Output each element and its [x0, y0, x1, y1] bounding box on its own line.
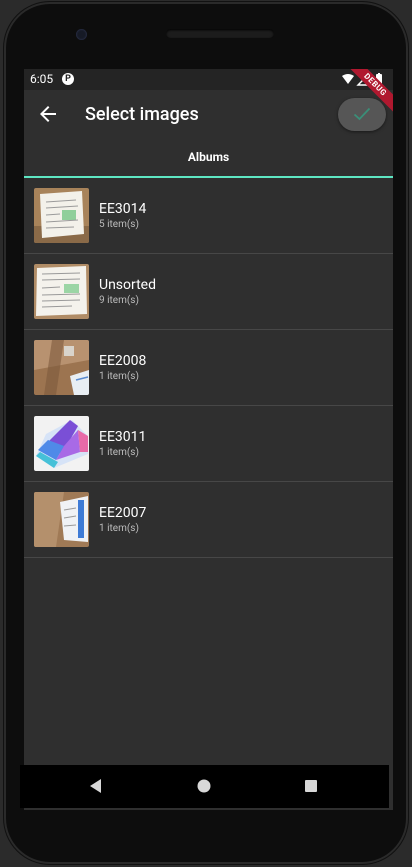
- album-name: EE3014: [99, 201, 147, 217]
- album-count: 1 item(s): [99, 447, 139, 458]
- app-screen: 6:05 P DEBUG Select images Albums EE3014…: [24, 69, 393, 810]
- phone-frame: 6:05 P DEBUG Select images Albums EE3014…: [4, 2, 408, 864]
- circle-home-icon: [197, 779, 211, 793]
- album-row-ee2008[interactable]: EE2008 1 item(s): [24, 330, 393, 406]
- page-title: Select images: [85, 104, 199, 125]
- front-camera: [76, 29, 87, 40]
- album-row-ee2007[interactable]: EE2007 1 item(s): [24, 482, 393, 558]
- status-time: 6:05: [30, 72, 54, 86]
- status-bar: 6:05 P DEBUG: [24, 69, 393, 118]
- tab-albums[interactable]: Albums: [24, 140, 393, 178]
- album-count: 5 item(s): [99, 219, 139, 230]
- album-row-unsorted[interactable]: Unsorted 9 item(s): [24, 254, 393, 330]
- nav-home-button[interactable]: [196, 778, 212, 794]
- triangle-back-icon: [90, 779, 101, 793]
- nav-back-button[interactable]: [88, 778, 104, 794]
- album-list: EE3014 5 item(s) Unsorted 9 item(s) EE20…: [24, 178, 393, 558]
- album-row-ee3011[interactable]: EE3011 1 item(s): [24, 406, 393, 482]
- arrow-back-icon: [40, 106, 56, 122]
- album-count: 9 item(s): [99, 295, 139, 306]
- album-count: 1 item(s): [99, 523, 139, 534]
- album-thumbnail: [34, 188, 89, 243]
- album-thumbnail: [34, 340, 89, 395]
- system-nav-bar: [20, 765, 389, 808]
- nav-recents-button[interactable]: [303, 778, 319, 794]
- album-thumbnail: [34, 264, 89, 319]
- earpiece-speaker: [166, 29, 274, 38]
- check-icon: [353, 107, 371, 121]
- album-name: EE2007: [99, 505, 147, 521]
- album-name: EE2008: [99, 353, 147, 369]
- notification-app-icon: P: [62, 73, 74, 85]
- album-thumbnail: [34, 492, 89, 547]
- album-row-ee3014[interactable]: EE3014 5 item(s): [24, 178, 393, 254]
- album-thumbnail: [34, 416, 89, 471]
- back-button[interactable]: [36, 102, 60, 126]
- square-recents-icon: [305, 780, 317, 792]
- album-count: 1 item(s): [99, 371, 139, 382]
- tab-albums-label: Albums: [187, 150, 230, 164]
- confirm-button[interactable]: [338, 98, 386, 131]
- album-name: EE3011: [99, 429, 147, 445]
- app-bar: Select images Albums: [24, 90, 393, 178]
- album-name: Unsorted: [99, 277, 157, 293]
